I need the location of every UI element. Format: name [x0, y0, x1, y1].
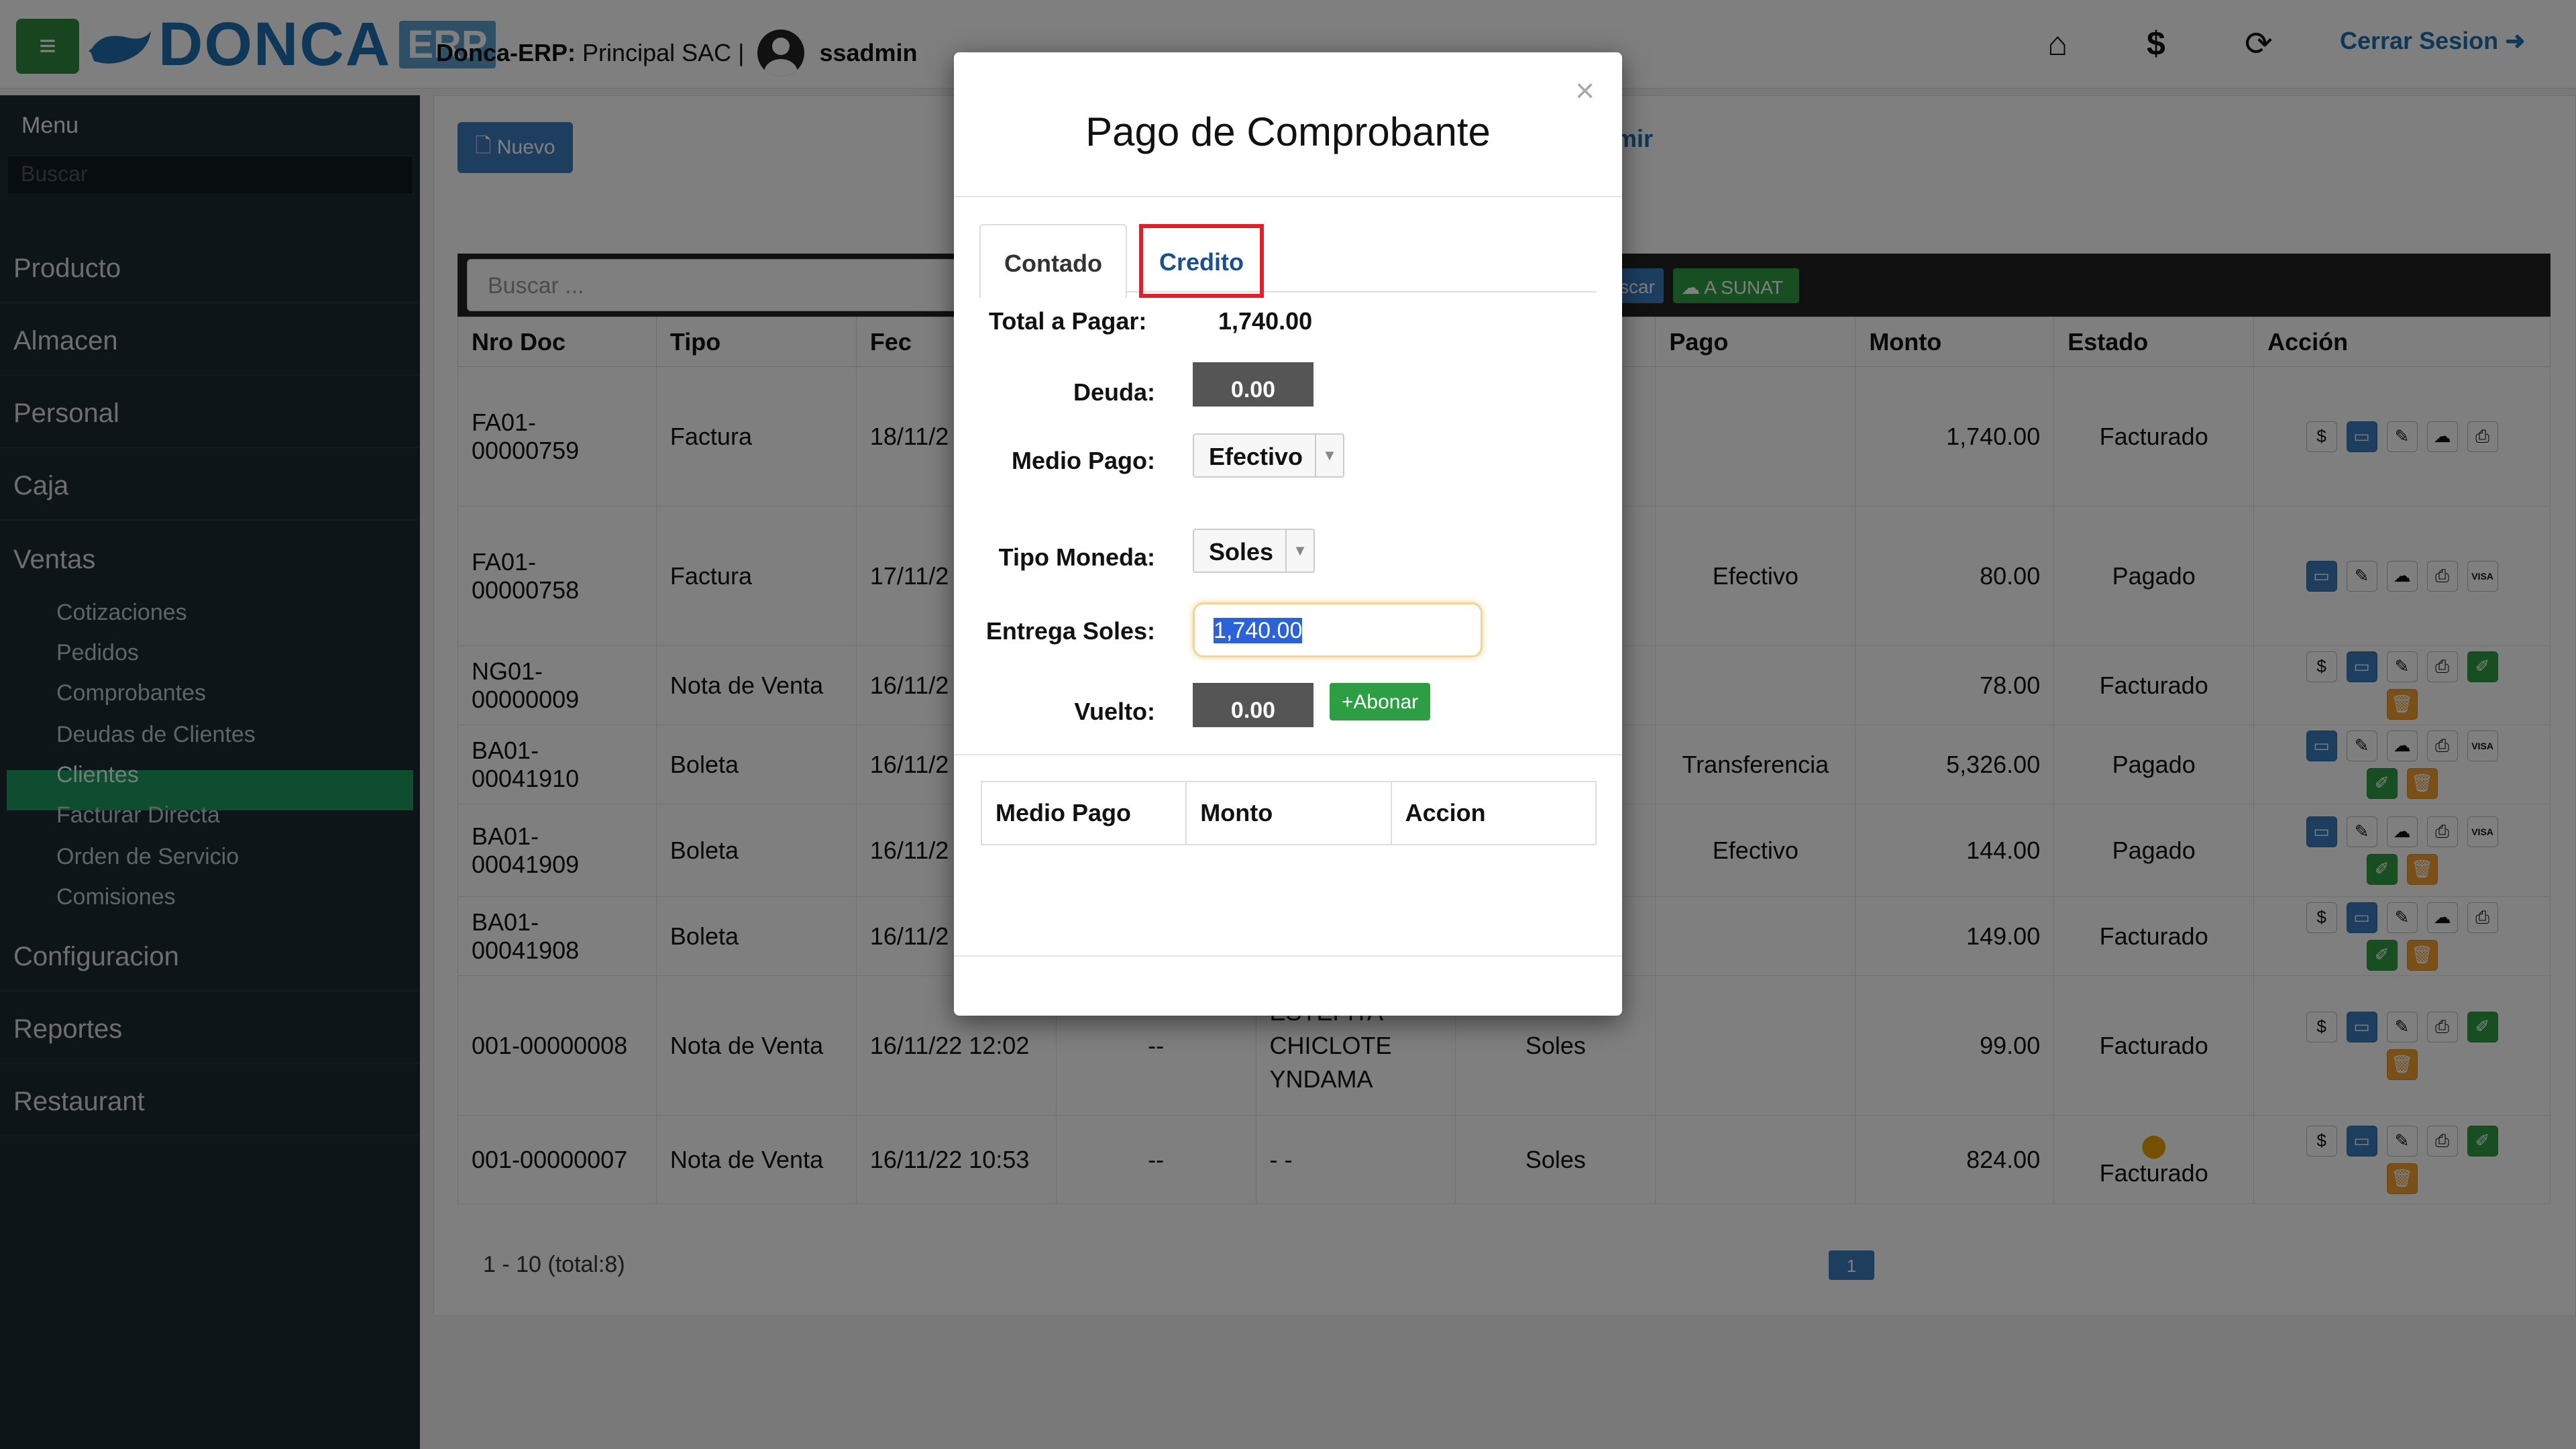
col-header-monto: Monto [1185, 781, 1392, 845]
deuda-label: Deuda: [1073, 378, 1155, 406]
payments-header-row: Medio Pago Monto Accion [980, 781, 1597, 845]
tipo-moneda-label: Tipo Moneda: [998, 543, 1155, 571]
entrega-value: 1,740.00 [1214, 618, 1303, 643]
chevron-down-icon: ▼ [1285, 530, 1313, 572]
vuelto-label: Vuelto: [1074, 698, 1155, 725]
medio-pago-select[interactable]: Efectivo ▼ [1193, 433, 1344, 478]
total-value: 1,740.00 [1218, 307, 1313, 335]
modal-divider [954, 196, 1622, 197]
modal-divider [954, 754, 1622, 755]
entrega-input[interactable]: 1,740.00 [1193, 602, 1483, 657]
col-header-accion: Accion [1390, 781, 1597, 845]
deuda-value: 0.00 [1193, 362, 1313, 407]
payment-modal: × Pago de Comprobante Contado Credito To… [954, 52, 1622, 1016]
payments-table: Medio Pago Monto Accion [980, 781, 1597, 845]
chevron-down-icon: ▼ [1315, 435, 1343, 476]
total-label: Total a Pagar: [989, 307, 1147, 335]
col-header-medio-pago: Medio Pago [980, 781, 1187, 845]
medio-pago-value: Efectivo [1209, 443, 1303, 470]
tipo-moneda-value: Soles [1209, 538, 1274, 566]
tab-contado[interactable]: Contado [979, 224, 1127, 298]
medio-pago-label: Medio Pago: [1012, 447, 1155, 474]
entrega-label: Entrega Soles: [985, 617, 1155, 645]
tipo-moneda-select[interactable]: Soles ▼ [1193, 529, 1315, 573]
vuelto-value: 0.00 [1193, 683, 1313, 727]
abonar-button[interactable]: +Abonar [1330, 683, 1430, 720]
close-icon[interactable]: × [1575, 71, 1595, 110]
modal-title: Pago de Comprobante [1085, 109, 1491, 154]
tab-credito[interactable]: Credito [1139, 224, 1264, 298]
modal-footer-divider [954, 955, 1622, 957]
